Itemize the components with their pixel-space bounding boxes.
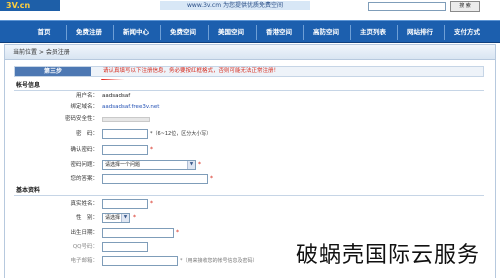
step-row: 第三步 请认真填写以下注册信息，务必要按红框格式，否则可能无法正常注册！ [14, 66, 484, 77]
birthday-input[interactable] [102, 228, 174, 238]
watermark-text: 破蜗壳国际云服务 [296, 243, 481, 268]
security-question-select[interactable]: 请选择一个问题 ▼ [102, 160, 196, 170]
nav-ranking[interactable]: 网站排行 [399, 21, 441, 44]
password-hint: *（6~12位，区分大小写） [150, 131, 212, 137]
email-label: 电子邮箱： [70, 258, 98, 264]
answer-label: 您的答案： [70, 176, 98, 182]
gender-label: 性 别： [75, 215, 98, 221]
confirm-password-label: 确认密码： [70, 147, 98, 153]
chevron-down-icon[interactable]: ▼ [121, 214, 129, 222]
password-strength-meter [102, 117, 150, 122]
main-nav: 首页 免费注册 新闻中心 免费空间 美国空间 香港空间 高防空间 主页列表 网站… [0, 20, 500, 43]
birthday-label: 出生日期： [70, 230, 98, 236]
step-note: 请认真填写以下注册信息，务必要按红框格式，否则可能无法正常注册！ [103, 68, 280, 74]
username-value: aadsadsaf [102, 93, 131, 99]
nav-register[interactable]: 免费注册 [68, 21, 110, 44]
breadcrumb: 当前位置 > 会员注册 [13, 49, 70, 56]
password-input[interactable] [102, 129, 148, 139]
password-label: 密 码： [75, 131, 98, 137]
realname-label: 真实姓名： [70, 201, 98, 207]
top-search-button[interactable]: 搜 索 [450, 1, 480, 12]
email-input[interactable] [102, 256, 178, 266]
basic-section-title: 基本资料 [14, 185, 484, 196]
site-logo[interactable]: 3V.cn [0, 0, 60, 11]
required-star: * [150, 146, 153, 153]
security-question-label: 密码问题： [70, 162, 98, 168]
nav-home[interactable]: 首页 [24, 21, 64, 44]
nav-us-space[interactable]: 美国空间 [210, 21, 252, 44]
required-star: * [133, 214, 136, 221]
nav-free-space[interactable]: 免费空间 [162, 21, 204, 44]
top-search-input[interactable] [368, 2, 446, 11]
qq-input[interactable] [102, 242, 148, 252]
qq-label: QQ号码： [72, 244, 98, 250]
answer-input[interactable] [102, 174, 208, 184]
required-star: * [176, 229, 179, 236]
nav-ddos-space[interactable]: 高防空间 [305, 21, 347, 44]
domain-label: 绑定域名： [70, 104, 98, 110]
gender-value: 请选择 [105, 215, 121, 221]
nav-site-list[interactable]: 主页列表 [352, 21, 394, 44]
gender-select[interactable]: 请选择 ▼ [102, 213, 130, 223]
security-question-value: 请选择一个问题 [105, 162, 141, 168]
banner-slogan: www.3v.cm 为您提供优质免费空间 [160, 1, 310, 10]
required-star: * [198, 161, 201, 168]
chevron-down-icon[interactable]: ▼ [187, 161, 195, 169]
required-star: * [150, 200, 153, 207]
nav-payment[interactable]: 支付方式 [446, 21, 488, 44]
domain-value: aadsadsaf.free3v.net [102, 104, 160, 110]
account-section-title: 帐号信息 [14, 80, 484, 91]
step-label: 第三步 [15, 67, 91, 76]
nav-hk-space[interactable]: 香港空间 [258, 21, 300, 44]
confirm-password-input[interactable] [102, 145, 148, 155]
email-hint: *（用来接收您的帐号信息及密码） [180, 258, 258, 264]
site-banner: 3V.cn www.3v.cm 为您提供优质免费空间 搜 索 [0, 0, 500, 18]
realname-input[interactable] [102, 199, 148, 209]
nav-news[interactable]: 新闻中心 [115, 21, 157, 44]
username-label: 用户名： [75, 93, 98, 99]
required-star: * [210, 175, 213, 182]
password-strength-label: 密码安全性： [64, 116, 98, 122]
breadcrumb-bar: 当前位置 > 会员注册 [4, 44, 496, 60]
